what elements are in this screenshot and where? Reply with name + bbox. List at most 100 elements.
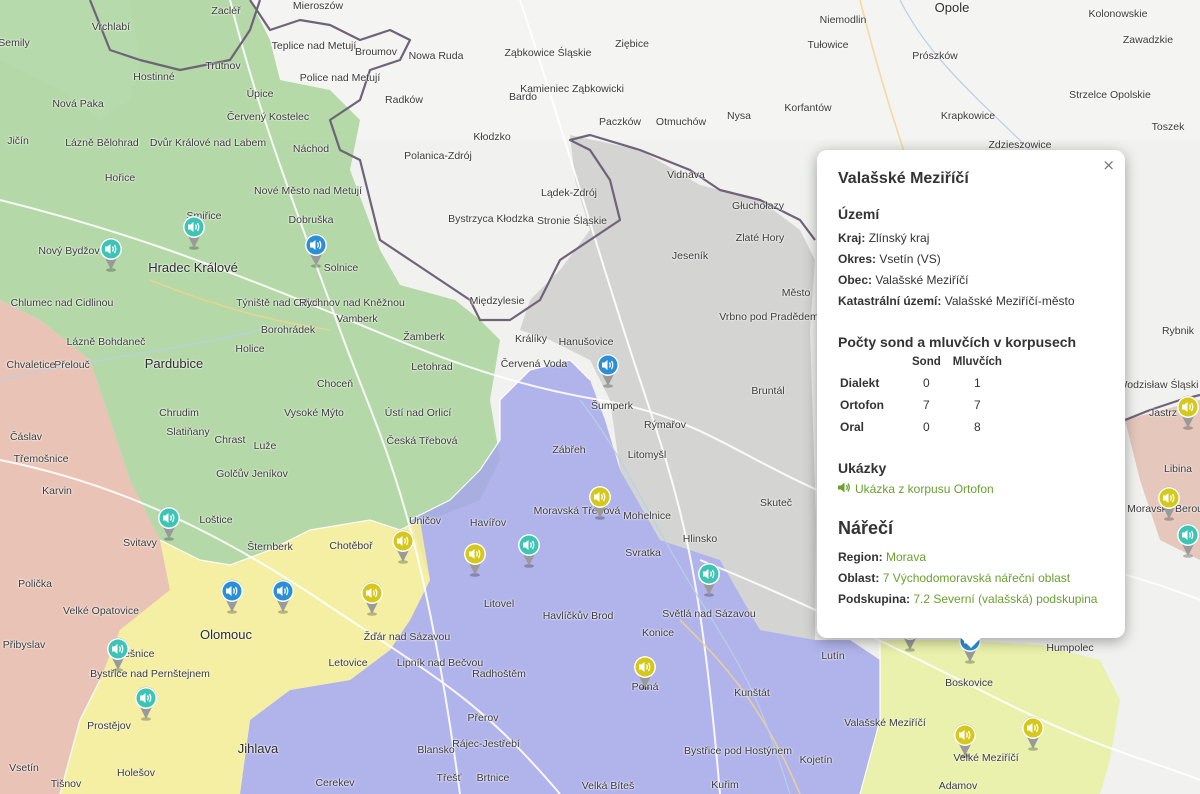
place-label: Chlumec nad Cidlinou <box>10 297 114 309</box>
place-label: Blansko <box>417 744 455 756</box>
sound-marker[interactable] <box>359 580 385 616</box>
sound-marker[interactable] <box>390 528 416 564</box>
sound-marker[interactable] <box>952 722 978 758</box>
speaker-pin-icon <box>597 353 619 388</box>
oblast-link[interactable]: 7 Východomoravská nářeční oblast <box>883 571 1070 585</box>
corpus-name: Oral <box>840 420 865 434</box>
sond-count: 7 <box>923 398 930 412</box>
speaker-pin-icon <box>221 579 243 614</box>
place-label: Zacléř <box>211 5 241 17</box>
place-label: Polička <box>18 578 52 590</box>
speaker-pin-icon <box>954 723 976 758</box>
territory-heading: Území <box>838 206 880 222</box>
sound-marker[interactable] <box>181 214 207 250</box>
place-label: Přelouč <box>54 359 90 371</box>
sound-marker[interactable] <box>462 541 488 577</box>
place-label: Police nad Metují <box>299 72 381 84</box>
speaker-pin-icon <box>698 562 720 597</box>
place-label: Velké Opatovice <box>63 605 139 617</box>
place-label: Broumov <box>354 46 398 58</box>
place-label: Bystřice pod Hostýnem <box>684 745 792 757</box>
place-label: Olomouc <box>199 627 253 642</box>
place-label: Šumperk <box>590 400 634 412</box>
place-label: Libina <box>1163 463 1193 475</box>
speaker-pin-icon <box>1177 523 1199 558</box>
podskupina-link[interactable]: 7.2 Severní (valašská) podskupina <box>913 592 1097 606</box>
sound-marker[interactable] <box>1156 485 1182 521</box>
place-label: Strzelce Opolskie <box>1069 89 1151 101</box>
place-label: Polanica-Zdrój <box>404 150 472 162</box>
place-label: Cerekev <box>315 777 355 789</box>
katastr-value: Valašské Meziříčí-město <box>944 294 1075 308</box>
place-label: Lázně Bohdaneč <box>66 336 146 348</box>
mluvcich-count: 8 <box>974 420 981 434</box>
sound-marker[interactable] <box>587 484 613 520</box>
sample-link-ortofon[interactable]: Ukázka z korpusu Ortofon <box>838 482 1105 496</box>
place-label: Velká Bíteš <box>581 780 635 792</box>
katastr-label: Katastrální území: <box>838 294 942 308</box>
place-label: Litomyšl <box>627 449 667 461</box>
place-label: Havlíčkův Brod <box>542 610 614 622</box>
kraj-label: Kraj: <box>838 231 866 245</box>
place-label: Třemošnice <box>13 453 69 465</box>
place-label: Litovel <box>483 598 515 610</box>
sound-marker[interactable] <box>516 532 542 568</box>
sound-marker[interactable] <box>632 654 658 690</box>
sound-marker[interactable] <box>105 636 131 672</box>
place-label: Rybnik <box>1161 325 1195 337</box>
speaker-icon <box>838 482 851 496</box>
place-label: Konice <box>641 627 675 639</box>
okres-label: Okres: <box>838 252 877 266</box>
sound-marker[interactable] <box>1175 522 1200 558</box>
sound-marker[interactable] <box>156 505 182 541</box>
place-label: Vrbno pod Pradědem <box>719 311 819 323</box>
sound-marker[interactable] <box>303 232 329 268</box>
place-label: Lázně Bělohrad <box>65 137 139 149</box>
sound-marker[interactable] <box>696 561 722 597</box>
sound-marker[interactable] <box>1175 394 1200 430</box>
speaker-pin-icon <box>107 637 129 672</box>
place-label: Pardubice <box>144 356 204 371</box>
place-label: Holešov <box>117 767 155 779</box>
popup-tip <box>961 638 981 648</box>
place-label: Loštice <box>199 514 233 526</box>
speaker-pin-icon <box>392 529 414 564</box>
place-label: Opole <box>934 0 970 15</box>
place-label: Přerov <box>467 712 499 724</box>
region-link[interactable]: Morava <box>886 550 926 564</box>
sound-marker[interactable] <box>595 352 621 388</box>
place-label: Borohrádek <box>260 324 316 336</box>
place-label: Vidnava <box>667 169 705 181</box>
territory-section: Území Kraj: Zlínský kraj Okres: Vsetín (… <box>838 206 1105 312</box>
sound-marker[interactable] <box>219 578 245 614</box>
sound-marker[interactable] <box>270 578 296 614</box>
sound-marker[interactable] <box>133 685 159 721</box>
place-label: Náchod <box>292 143 330 155</box>
samples-section: Ukázky Ukázka z korpusu Ortofon <box>838 460 1105 496</box>
place-label: Žďár nad Sázavou <box>363 631 451 643</box>
table-row: Dialekt 0 1 <box>838 372 1008 394</box>
place-label: Čáslav <box>9 431 43 443</box>
place-label: Rýmařov <box>643 419 687 431</box>
popup-close-button[interactable]: × <box>1102 156 1115 174</box>
place-label: Rájec-Jestřebí <box>452 738 520 750</box>
sound-marker[interactable] <box>98 236 124 272</box>
place-label: Valašské Meziříčí <box>844 717 926 729</box>
place-label: Hanušovice <box>558 336 614 348</box>
counts-heading: Počty sond a mluvčích v korpusech <box>838 334 1077 350</box>
place-label: Zawadzkie <box>1122 34 1174 46</box>
place-label: Červená Voda <box>500 358 568 370</box>
place-label: Hlinsko <box>682 533 718 545</box>
sample-link-label: Ukázka z korpusu Ortofon <box>855 482 994 496</box>
place-label: Nový Bydžov <box>38 245 100 257</box>
mluvcich-count: 7 <box>974 398 981 412</box>
place-label: Lipník nad Bečvou <box>396 657 484 669</box>
place-label: Kunštát <box>734 687 770 699</box>
counts-section: Počty sond a mluvčích v korpusech Sond M… <box>838 334 1105 438</box>
sond-count: 0 <box>923 376 930 390</box>
speaker-pin-icon <box>361 581 383 616</box>
dialect-heading: Nářečí <box>838 518 894 538</box>
okres-value: Vsetín (VS) <box>879 252 941 266</box>
sound-marker[interactable] <box>1020 715 1046 751</box>
place-label: Dvůr Králové nad Labem <box>149 137 267 149</box>
